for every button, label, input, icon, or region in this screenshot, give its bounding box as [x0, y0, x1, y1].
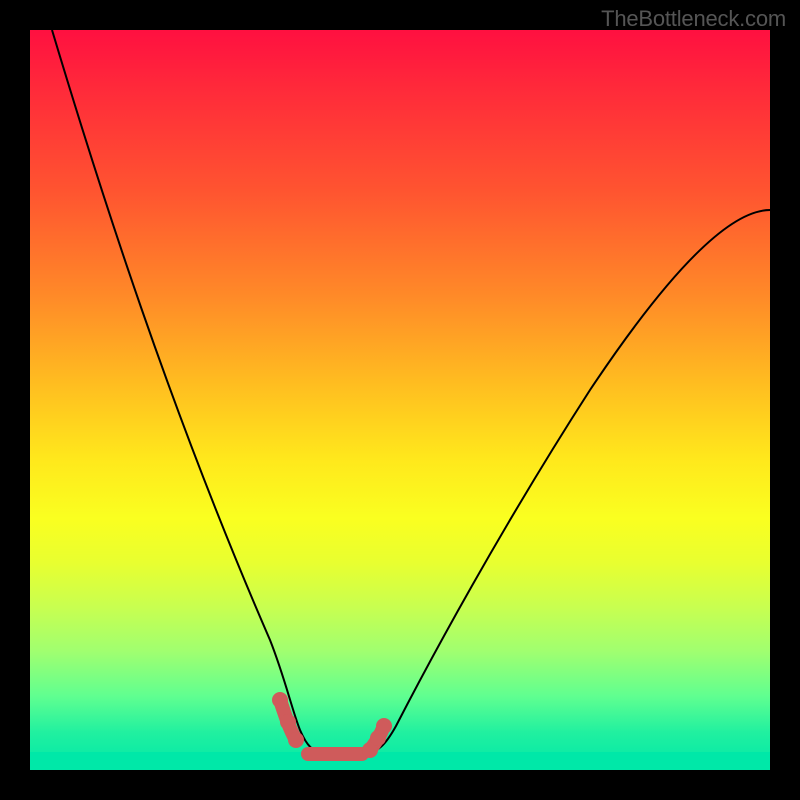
watermark-text: TheBottleneck.com — [601, 6, 786, 32]
bottleneck-curve — [52, 30, 770, 754]
accent-dot — [280, 714, 296, 730]
accent-segment-left — [280, 700, 296, 740]
accent-dot — [288, 732, 304, 748]
baseline-band — [30, 752, 770, 770]
chart-frame: TheBottleneck.com — [0, 0, 800, 800]
accent-dot — [376, 718, 392, 734]
plot-area — [30, 30, 770, 770]
accent-segment-right — [370, 726, 384, 750]
accent-dot — [272, 692, 288, 708]
curve-layer — [30, 30, 770, 770]
accent-dot — [370, 730, 386, 746]
